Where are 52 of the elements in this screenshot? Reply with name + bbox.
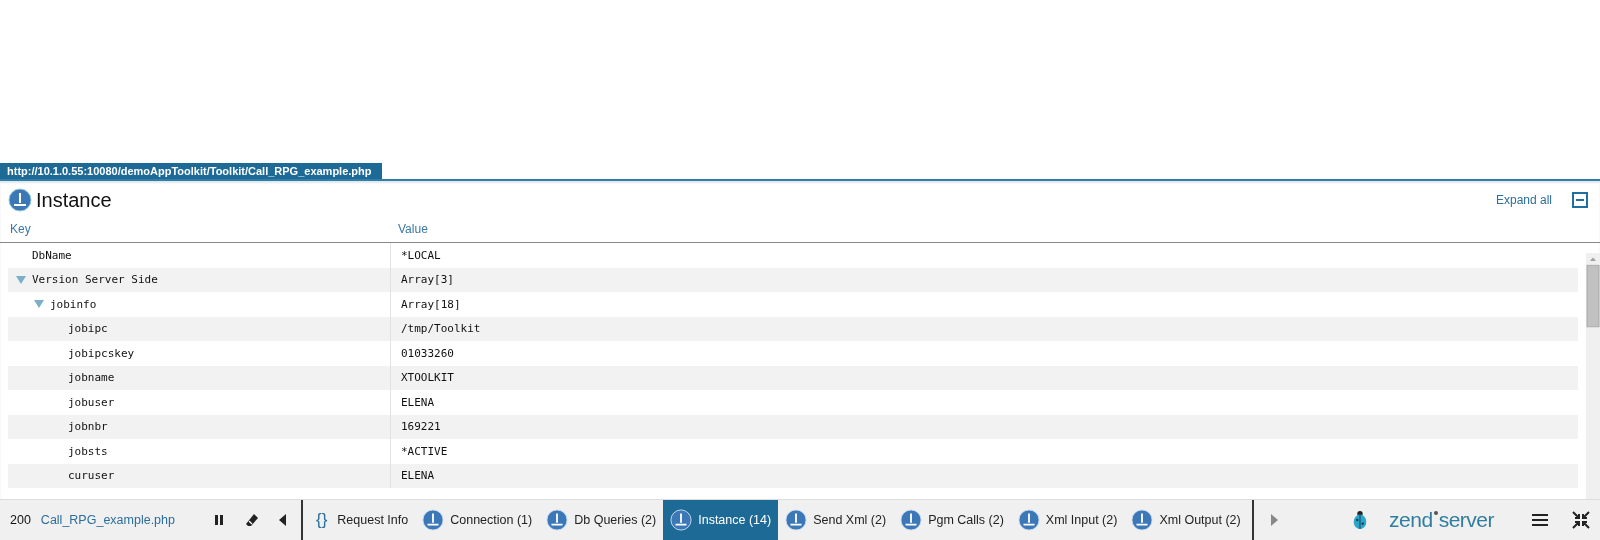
- panel-title: Instance: [36, 188, 112, 212]
- info-icon: [1017, 509, 1040, 531]
- info-icon: [900, 509, 923, 531]
- value-cell: 01033260: [401, 346, 454, 360]
- value-cell: /tmp/Toolkit: [401, 322, 481, 336]
- toolbar-tab[interactable]: Instance (14): [663, 500, 779, 540]
- key-cell: jobsts: [68, 444, 108, 458]
- toolbar-tab[interactable]: {} Request Info: [308, 500, 416, 540]
- script-link[interactable]: Call_RPG_example.php: [40, 513, 175, 527]
- key-cell: Version Server Side: [32, 273, 158, 287]
- value-cell: XTOOLKIT: [401, 371, 454, 385]
- left-arrow-icon[interactable]: [278, 514, 287, 526]
- info-icon: [1131, 509, 1154, 531]
- value-cell: ELENA: [401, 469, 435, 483]
- value-cell: *LOCAL: [401, 248, 441, 262]
- key-cell: jobuser: [68, 395, 115, 409]
- column-header: Value: [398, 221, 428, 236]
- toolbar-tab[interactable]: Send Xml (2): [778, 500, 894, 540]
- menu-icon[interactable]: [1532, 513, 1548, 527]
- key-cell: curuser: [68, 469, 115, 483]
- toolbar-tab[interactable]: Pgm Calls (2): [893, 500, 1011, 540]
- status-code: 200: [10, 513, 31, 527]
- key-cell: DbName: [32, 248, 72, 262]
- info-icon: [8, 188, 32, 212]
- key-cell: jobname: [68, 371, 115, 385]
- eraser-icon[interactable]: [244, 513, 259, 527]
- url-tab[interactable]: http://10.1.0.55:10080/demoAppToolkit/Toolkit/Call_RPG_example.php: [0, 163, 382, 179]
- scrollbar[interactable]: [1586, 253, 1600, 499]
- info-icon: [670, 509, 693, 531]
- pause-icon[interactable]: [212, 514, 225, 526]
- value-cell: *ACTIVE: [401, 444, 448, 458]
- key-cell: jobinfo: [50, 297, 97, 311]
- info-icon: [546, 509, 569, 531]
- toolbar-tab[interactable]: Xml Output (2): [1124, 500, 1248, 540]
- minimize-icon[interactable]: [1572, 511, 1590, 529]
- zend-server-logo: zend server: [1389, 508, 1494, 532]
- expand-all-link[interactable]: Expand all: [1495, 193, 1552, 207]
- column-header: Key: [9, 221, 32, 236]
- value-cell: Array[3]: [401, 273, 454, 287]
- value-cell: ELENA: [401, 395, 435, 409]
- key-cell: jobnbr: [68, 420, 108, 434]
- toolbar-tab[interactable]: Xml Input (2): [1010, 500, 1125, 540]
- toolbar-tab[interactable]: Connection (1): [415, 500, 540, 540]
- value-cell: 169221: [401, 420, 441, 434]
- key-cell: jobipcskey: [68, 346, 135, 360]
- collapse-icon[interactable]: [1572, 192, 1588, 208]
- right-arrow-icon[interactable]: [1269, 514, 1278, 526]
- info-icon: [785, 509, 808, 531]
- toolbar-tab[interactable]: Db Queries (2): [539, 500, 664, 540]
- key-cell: jobipc: [68, 322, 108, 336]
- value-cell: Array[18]: [401, 297, 461, 311]
- info-icon: [422, 509, 445, 531]
